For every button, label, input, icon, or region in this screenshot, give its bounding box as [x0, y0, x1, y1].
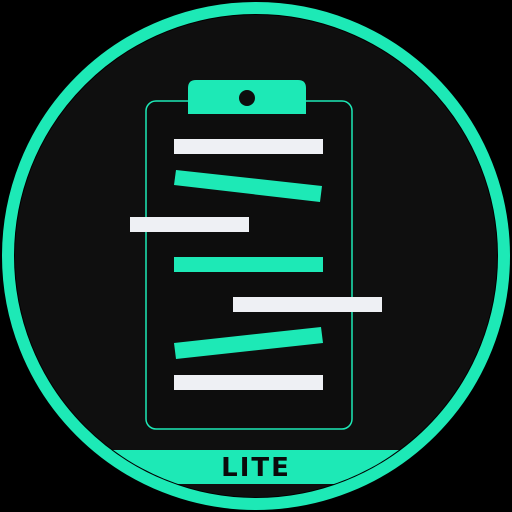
- task-bar-3: [130, 217, 249, 232]
- clipboard-clip-hole: [239, 90, 255, 106]
- task-bar-7: [174, 375, 323, 390]
- task-bar-4: [174, 257, 323, 272]
- lite-label: LITE: [221, 453, 291, 483]
- app-icon-graphic: [2, 2, 510, 510]
- task-bar-5: [233, 297, 382, 312]
- task-bar-1: [174, 139, 323, 154]
- app-icon: LITE: [0, 0, 512, 512]
